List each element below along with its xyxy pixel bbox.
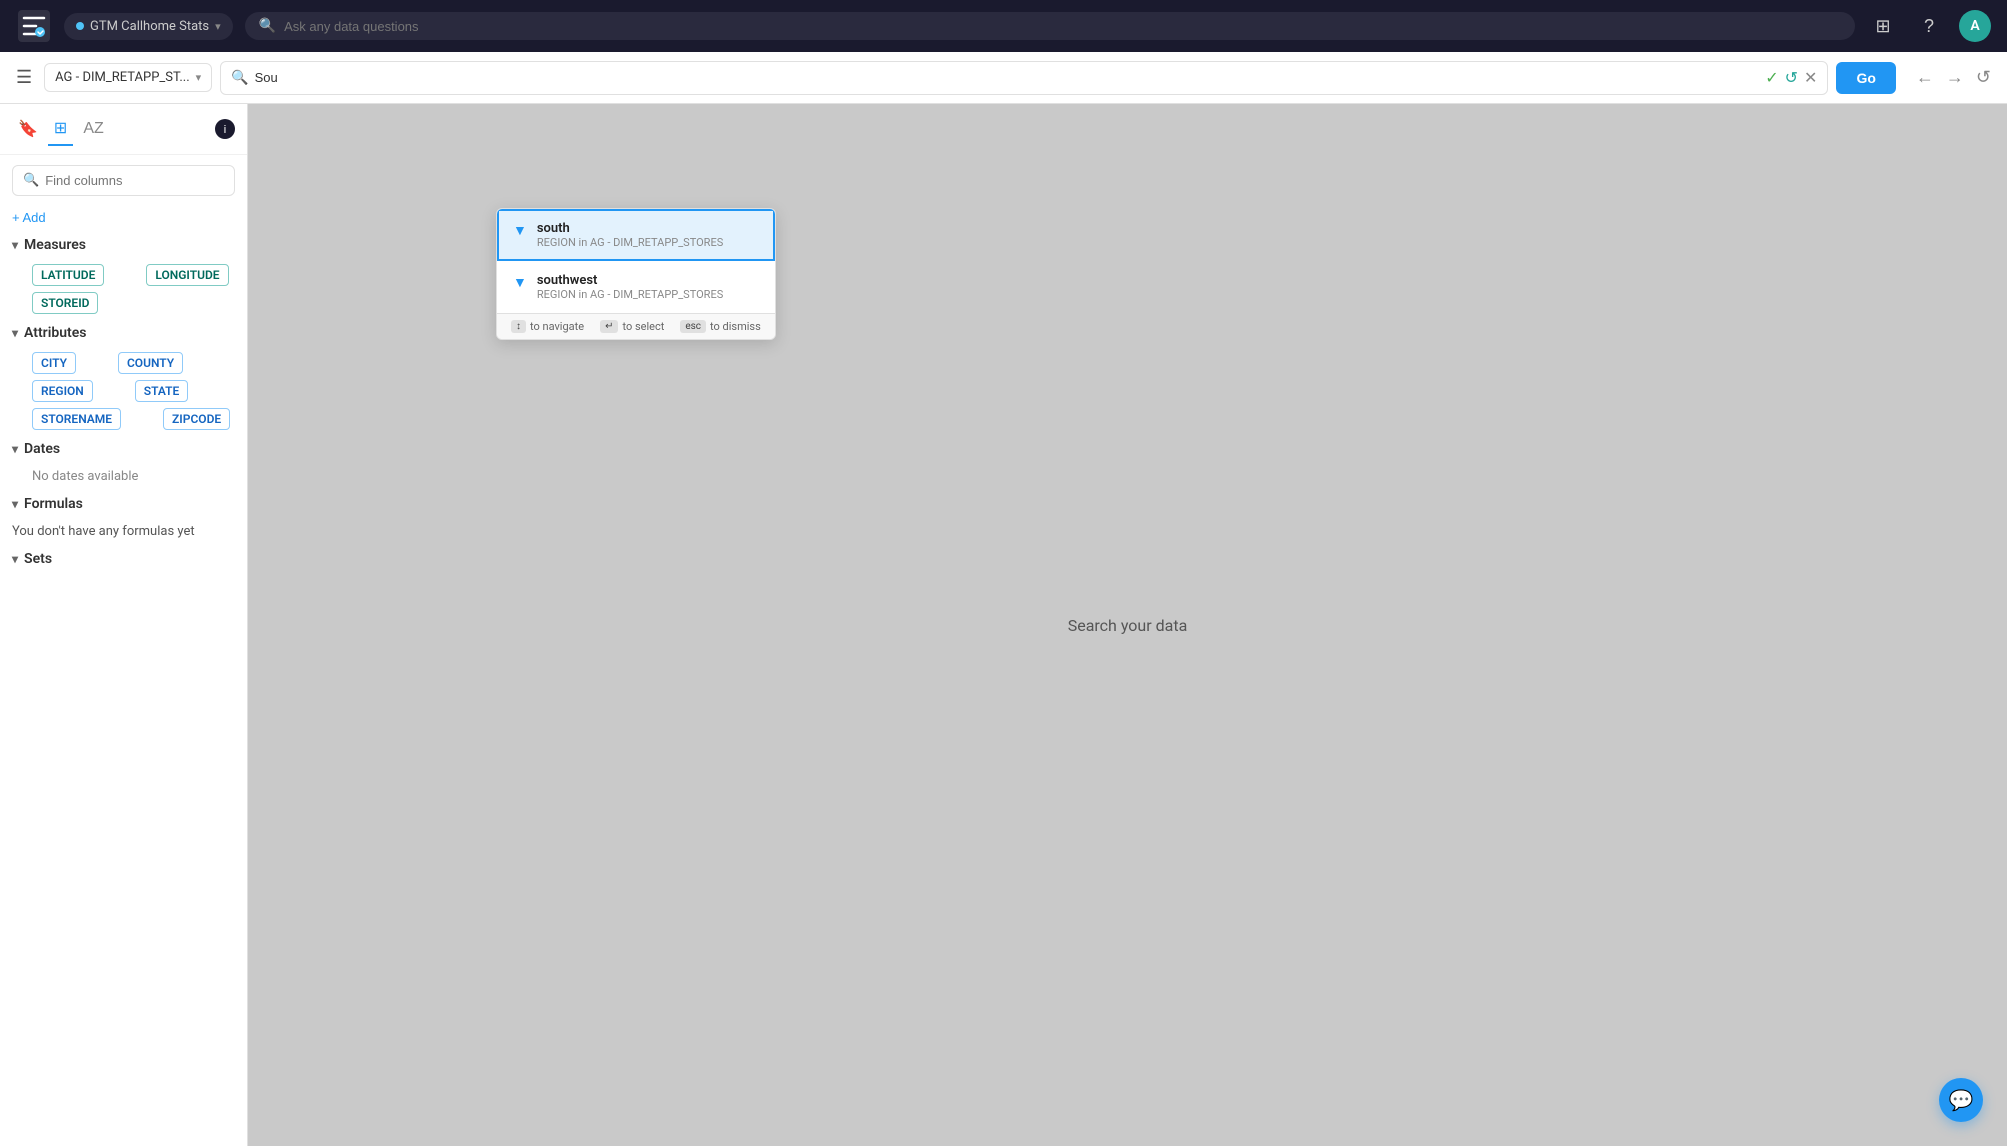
dropdown-box: ▼ south REGION in AG - DIM_RETAPP_STORES… xyxy=(496,208,776,340)
measures-chevron-icon: ▾ xyxy=(12,238,18,252)
dropdown-item-southwest-sub: REGION in AG - DIM_RETAPP_STORES xyxy=(537,288,723,301)
attributes-list: CITY COUNTY REGION STATE STORENAME ZIPCO… xyxy=(0,349,247,433)
filter-icon-south: ▼ xyxy=(513,222,527,239)
search-bar-icons: ✓ ↺ xyxy=(1765,68,1798,87)
dismiss-key: esc xyxy=(680,320,706,333)
sets-section-header[interactable]: ▾ Sets xyxy=(0,543,247,575)
reload-button[interactable]: ↺ xyxy=(1972,63,1995,92)
sidebar-tabs: 🔖 ⊞ AZ i xyxy=(0,104,247,155)
measures-list: LATITUDE LONGITUDE STOREID xyxy=(0,261,247,317)
main-content: Search your data ▼ south REGION in AG - … xyxy=(248,104,2007,1146)
no-dates-text: No dates available xyxy=(0,465,247,488)
filter-icon-southwest: ▼ xyxy=(513,274,527,291)
measures-section-header[interactable]: ▾ Measures xyxy=(0,229,247,261)
attributes-section-header[interactable]: ▾ Attributes xyxy=(0,317,247,349)
navigate-label: to navigate xyxy=(530,320,584,333)
storename-chip[interactable]: STORENAME xyxy=(32,408,121,430)
sidebar: 🔖 ⊞ AZ i 🔍 + Add ▾ Measures LATITUDE LON… xyxy=(0,104,248,1146)
top-datasource-pill[interactable]: GTM Callhome Stats ▾ xyxy=(64,13,233,40)
search-bar[interactable]: 🔍 ✓ ↺ ✕ xyxy=(220,61,1828,95)
dropdown-item-south-content: south REGION in AG - DIM_RETAPP_STORES xyxy=(537,221,723,249)
state-chip[interactable]: STATE xyxy=(135,380,189,402)
check-circle-icon: ✓ xyxy=(1765,68,1778,87)
dates-section-header[interactable]: ▾ Dates xyxy=(0,433,247,465)
attributes-label: Attributes xyxy=(24,325,86,341)
top-datasource-label: GTM Callhome Stats xyxy=(90,19,209,34)
main-layout: 🔖 ⊞ AZ i 🔍 + Add ▾ Measures LATITUDE LON… xyxy=(0,104,2007,1146)
find-columns[interactable]: 🔍 xyxy=(12,165,235,196)
find-icon: 🔍 xyxy=(23,173,39,188)
chevron-down-icon: ▾ xyxy=(215,20,221,33)
top-nav: GTM Callhome Stats ▾ 🔍 ⊞ ? A xyxy=(0,0,2007,52)
sets-label: Sets xyxy=(24,551,52,567)
no-formulas-text: You don't have any formulas yet xyxy=(0,520,247,543)
region-chip[interactable]: REGION xyxy=(32,380,93,402)
latitude-chip[interactable]: LATITUDE xyxy=(32,264,104,286)
formulas-section-header[interactable]: ▾ Formulas xyxy=(0,488,247,520)
sidebar-tab-sort[interactable]: AZ xyxy=(77,114,109,144)
sidebar-toggle-button[interactable]: ☰ xyxy=(12,63,36,92)
formulas-label: Formulas xyxy=(24,496,83,512)
chevron-down-icon: ▾ xyxy=(196,71,202,84)
second-bar: ☰ AG - DIM_RETAPP_ST... ▾ 🔍 ✓ ↺ ✕ Go ← →… xyxy=(0,52,2007,104)
empty-state-text: Search your data xyxy=(1068,616,1188,635)
avatar[interactable]: A xyxy=(1959,10,1991,42)
forward-button[interactable]: → xyxy=(1942,63,1968,92)
dismiss-label: to dismiss xyxy=(710,320,761,333)
dropdown-item-southwest-name: southwest xyxy=(537,273,723,288)
dropdown-item-southwest-content: southwest REGION in AG - DIM_RETAPP_STOR… xyxy=(537,273,723,301)
search-icon: 🔍 xyxy=(259,18,276,34)
select-label: to select xyxy=(622,320,664,333)
attributes-chevron-icon: ▾ xyxy=(12,326,18,340)
dismiss-hint: esc to dismiss xyxy=(680,320,760,333)
add-button[interactable]: + Add xyxy=(0,206,247,229)
chat-fab-button[interactable]: 💬 xyxy=(1939,1078,1983,1122)
global-search[interactable]: 🔍 xyxy=(245,12,1855,40)
storeid-chip[interactable]: STOREID xyxy=(32,292,98,314)
logo xyxy=(16,8,52,44)
dates-label: Dates xyxy=(24,441,60,457)
back-button[interactable]: ← xyxy=(1912,63,1938,92)
measures-label: Measures xyxy=(24,237,86,253)
sidebar-tab-bookmark[interactable]: 🔖 xyxy=(12,113,44,145)
county-chip[interactable]: COUNTY xyxy=(118,352,183,374)
dropdown-item-south-name: south xyxy=(537,221,723,236)
datasource-dot xyxy=(76,22,84,30)
sidebar-content: ▾ Measures LATITUDE LONGITUDE STOREID ▾ … xyxy=(0,229,247,1146)
sets-chevron-icon: ▾ xyxy=(12,552,18,566)
select-hint: ↵ to select xyxy=(600,320,664,333)
nav-icons: ⊞ ? A xyxy=(1867,10,1991,42)
longitude-chip[interactable]: LONGITUDE xyxy=(146,264,228,286)
refresh-circle-icon: ↺ xyxy=(1785,68,1798,87)
formulas-chevron-icon: ▾ xyxy=(12,497,18,511)
select-key: ↵ xyxy=(600,320,618,333)
zipcode-chip[interactable]: ZIPCODE xyxy=(163,408,230,430)
datasource-selector-label: AG - DIM_RETAPP_ST... xyxy=(55,70,190,85)
find-columns-input[interactable] xyxy=(45,173,224,188)
nav-arrows: ← → ↺ xyxy=(1912,63,1995,92)
grid-icon-button[interactable]: ⊞ xyxy=(1867,10,1899,42)
clear-search-button[interactable]: ✕ xyxy=(1804,68,1817,88)
search-input[interactable] xyxy=(255,70,1760,85)
dropdown-footer: ↕ to navigate ↵ to select esc to dismiss xyxy=(497,313,775,339)
global-search-input[interactable] xyxy=(284,19,1841,34)
sidebar-tab-grid[interactable]: ⊞ xyxy=(48,112,73,146)
search-bar-icon: 🔍 xyxy=(231,70,248,86)
dropdown-item-south-sub: REGION in AG - DIM_RETAPP_STORES xyxy=(537,236,723,249)
city-chip[interactable]: CITY xyxy=(32,352,76,374)
search-dropdown: ▼ south REGION in AG - DIM_RETAPP_STORES… xyxy=(496,208,776,340)
navigate-hint: ↕ to navigate xyxy=(511,320,584,333)
go-button[interactable]: Go xyxy=(1836,62,1895,94)
info-badge: i xyxy=(215,119,235,139)
dropdown-item-south[interactable]: ▼ south REGION in AG - DIM_RETAPP_STORES xyxy=(497,209,775,261)
nav-key: ↕ xyxy=(511,320,526,333)
help-icon-button[interactable]: ? xyxy=(1913,10,1945,42)
dropdown-item-southwest[interactable]: ▼ southwest REGION in AG - DIM_RETAPP_ST… xyxy=(497,261,775,313)
datasource-selector[interactable]: AG - DIM_RETAPP_ST... ▾ xyxy=(44,63,212,92)
dates-chevron-icon: ▾ xyxy=(12,442,18,456)
